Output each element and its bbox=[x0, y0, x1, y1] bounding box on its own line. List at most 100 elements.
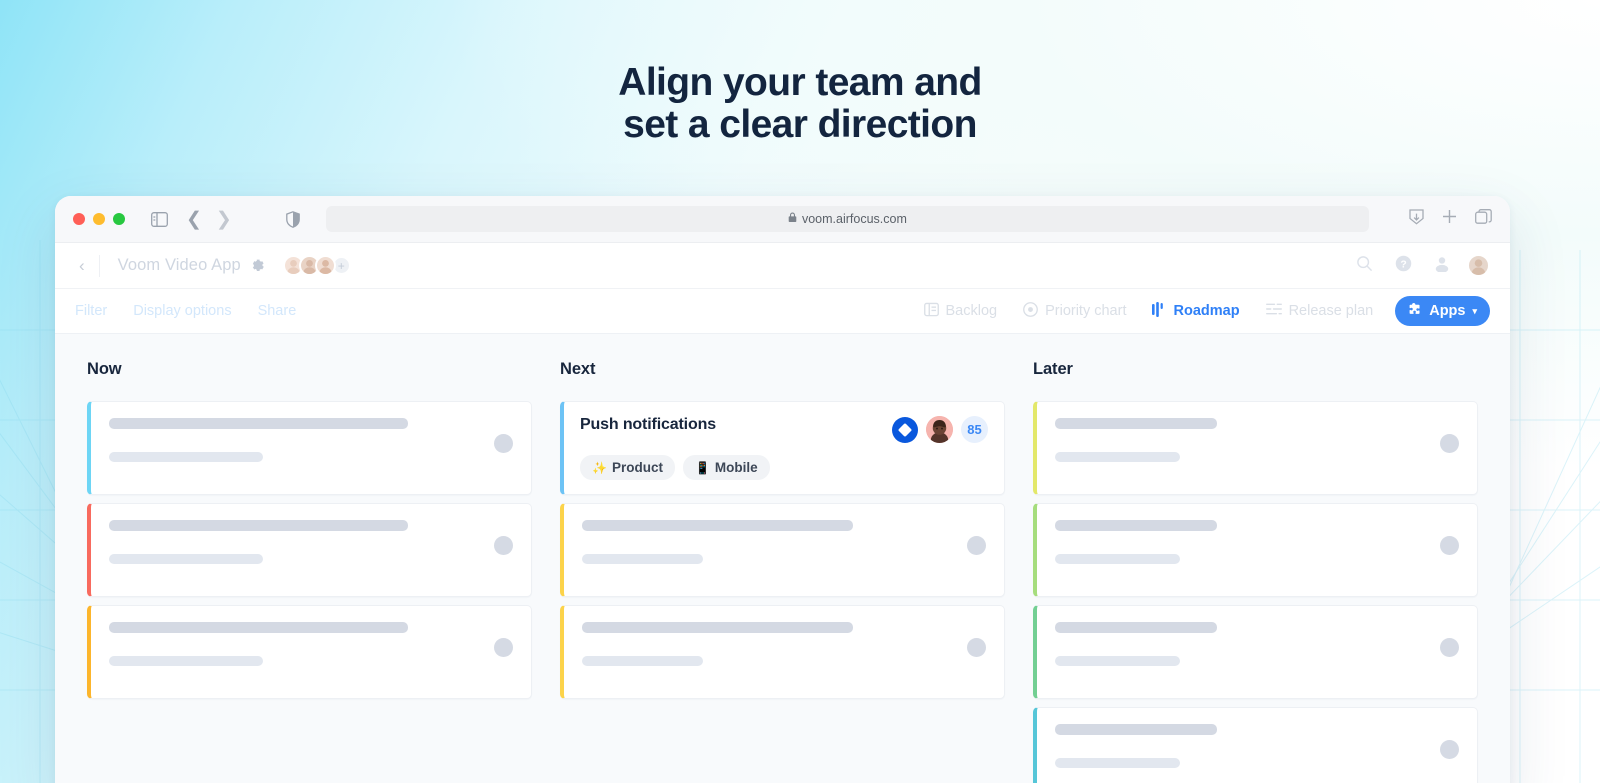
tab-priority-chart-label: Priority chart bbox=[1045, 303, 1127, 319]
card-avatar-placeholder bbox=[967, 536, 986, 555]
tag-product-label: Product bbox=[611, 460, 663, 475]
card-placeholder[interactable] bbox=[1033, 503, 1478, 597]
card-title-placeholder bbox=[582, 622, 853, 633]
chevron-down-icon: ▾ bbox=[1472, 305, 1477, 316]
svg-text:?: ? bbox=[1400, 259, 1406, 270]
gear-icon[interactable] bbox=[250, 258, 265, 273]
card-placeholder[interactable] bbox=[1033, 605, 1478, 699]
card-avatar-placeholder bbox=[1440, 536, 1459, 555]
card-placeholder[interactable] bbox=[1033, 401, 1478, 495]
back-icon[interactable]: ❮ bbox=[186, 210, 202, 229]
card-title-placeholder bbox=[1055, 724, 1217, 735]
address-bar[interactable]: voom.airfocus.com bbox=[325, 206, 1369, 232]
downloads-icon[interactable] bbox=[1409, 208, 1424, 230]
card-avatar-placeholder bbox=[967, 638, 986, 657]
tag-mobile[interactable]: 📱 Mobile bbox=[682, 455, 770, 480]
toolbar-divider bbox=[98, 254, 100, 277]
apps-button[interactable]: Apps ▾ bbox=[1395, 296, 1490, 326]
privacy-shield-icon[interactable] bbox=[285, 210, 300, 228]
maximize-window-button[interactable] bbox=[113, 213, 125, 225]
display-options-button[interactable]: Display options bbox=[133, 303, 231, 319]
page-title: Align your team and set a clear directio… bbox=[0, 61, 1600, 147]
notifications-icon[interactable] bbox=[1434, 255, 1450, 277]
card-subtitle-placeholder bbox=[1055, 758, 1181, 768]
jira-icon[interactable] bbox=[892, 416, 918, 443]
card-subtitle-placeholder bbox=[1055, 452, 1181, 462]
sparkles-icon: ✨ bbox=[592, 460, 607, 475]
account-avatar[interactable] bbox=[1467, 254, 1490, 277]
card-avatar-placeholder bbox=[1440, 434, 1459, 453]
card-subtitle-placeholder bbox=[582, 554, 704, 564]
card-avatar-placeholder bbox=[494, 434, 513, 453]
release-plan-icon bbox=[1265, 302, 1282, 320]
tab-roadmap[interactable]: Roadmap bbox=[1152, 301, 1240, 321]
priority-chart-icon bbox=[1023, 301, 1038, 321]
forward-icon[interactable]: ❯ bbox=[216, 210, 232, 229]
view-tabs: Backlog Priority chart Roadmap Release p… bbox=[923, 301, 1374, 321]
tag-product[interactable]: ✨ Product bbox=[580, 455, 675, 480]
app-top-bar-actions: ? bbox=[1356, 254, 1490, 277]
card-subtitle-placeholder bbox=[109, 554, 263, 564]
tab-release-plan[interactable]: Release plan bbox=[1265, 302, 1374, 320]
app-back-button[interactable]: ‹ bbox=[75, 256, 99, 276]
card-title-placeholder bbox=[1055, 520, 1217, 531]
browser-chrome-bar: ❮ ❯ voom.airfocus.com bbox=[55, 196, 1510, 243]
app-toolbar: Filter Display options Share Backlog Pri… bbox=[55, 289, 1510, 334]
tab-overview-icon[interactable] bbox=[1475, 209, 1492, 229]
card-title-placeholder bbox=[1055, 418, 1217, 429]
avatar[interactable] bbox=[314, 255, 336, 276]
puzzle-piece-icon bbox=[1408, 302, 1423, 321]
card-title: Push notifications bbox=[580, 416, 716, 433]
card-placeholder[interactable] bbox=[1033, 707, 1478, 783]
apps-button-label: Apps bbox=[1429, 303, 1466, 319]
navigation-arrows: ❮ ❯ bbox=[186, 210, 232, 229]
board-column-later: Later bbox=[1033, 360, 1478, 783]
card-subtitle-placeholder bbox=[1055, 554, 1181, 564]
card-title-placeholder bbox=[109, 418, 408, 429]
card-header: Push notifications 85 bbox=[580, 416, 988, 443]
priority-score-badge: 85 bbox=[961, 416, 988, 443]
new-tab-icon[interactable] bbox=[1442, 209, 1457, 229]
card-subtitle-placeholder bbox=[1055, 656, 1181, 666]
card-avatar-placeholder bbox=[1440, 740, 1459, 759]
tab-backlog[interactable]: Backlog bbox=[923, 302, 998, 321]
card-subtitle-placeholder bbox=[582, 656, 704, 666]
url-text: voom.airfocus.com bbox=[801, 212, 907, 226]
minimize-window-button[interactable] bbox=[93, 213, 105, 225]
card-placeholder[interactable] bbox=[87, 401, 532, 495]
backlog-icon bbox=[923, 302, 939, 321]
card-push-notifications[interactable]: Push notifications 85 ✨ Product 📱 Mobile bbox=[560, 401, 1005, 495]
tab-backlog-label: Backlog bbox=[945, 303, 998, 319]
tab-release-plan-label: Release plan bbox=[1288, 303, 1374, 319]
close-window-button[interactable] bbox=[73, 213, 85, 225]
card-placeholder[interactable] bbox=[560, 503, 1005, 597]
card-placeholder[interactable] bbox=[87, 605, 532, 699]
card-title-placeholder bbox=[109, 520, 408, 531]
card-avatar-placeholder bbox=[1440, 638, 1459, 657]
card-placeholder[interactable] bbox=[560, 605, 1005, 699]
sidebar-toggle-icon[interactable] bbox=[151, 211, 168, 227]
board-column-now: Now bbox=[87, 360, 532, 783]
browser-window: ❮ ❯ voom.airfocus.com ‹ Voom Video App +… bbox=[55, 196, 1510, 783]
roadmap-board: Now Next Push notifications 85 ✨ Product… bbox=[55, 334, 1510, 783]
filter-button[interactable]: Filter bbox=[75, 303, 107, 319]
share-button[interactable]: Share bbox=[258, 303, 297, 319]
card-subtitle-placeholder bbox=[109, 452, 263, 462]
card-avatar-placeholder bbox=[494, 536, 513, 555]
assignee-avatar[interactable] bbox=[926, 416, 953, 443]
card-placeholder[interactable] bbox=[87, 503, 532, 597]
board-column-next: Next Push notifications 85 ✨ Product 📱 M… bbox=[560, 360, 1005, 783]
lock-icon bbox=[788, 210, 797, 228]
card-subtitle-placeholder bbox=[109, 656, 263, 666]
collaborator-avatars: + bbox=[282, 255, 351, 276]
search-icon[interactable] bbox=[1356, 255, 1373, 277]
card-title-placeholder bbox=[109, 622, 408, 633]
window-controls bbox=[73, 213, 125, 225]
mobile-phone-icon: 📱 bbox=[694, 460, 710, 475]
project-title: Voom Video App bbox=[117, 256, 241, 274]
tab-priority-chart[interactable]: Priority chart bbox=[1023, 301, 1127, 321]
help-icon[interactable]: ? bbox=[1395, 255, 1412, 277]
chrome-right-icons bbox=[1409, 208, 1492, 230]
card-tags: ✨ Product 📱 Mobile bbox=[580, 455, 988, 480]
headline-line-2: set a clear direction bbox=[623, 103, 977, 147]
